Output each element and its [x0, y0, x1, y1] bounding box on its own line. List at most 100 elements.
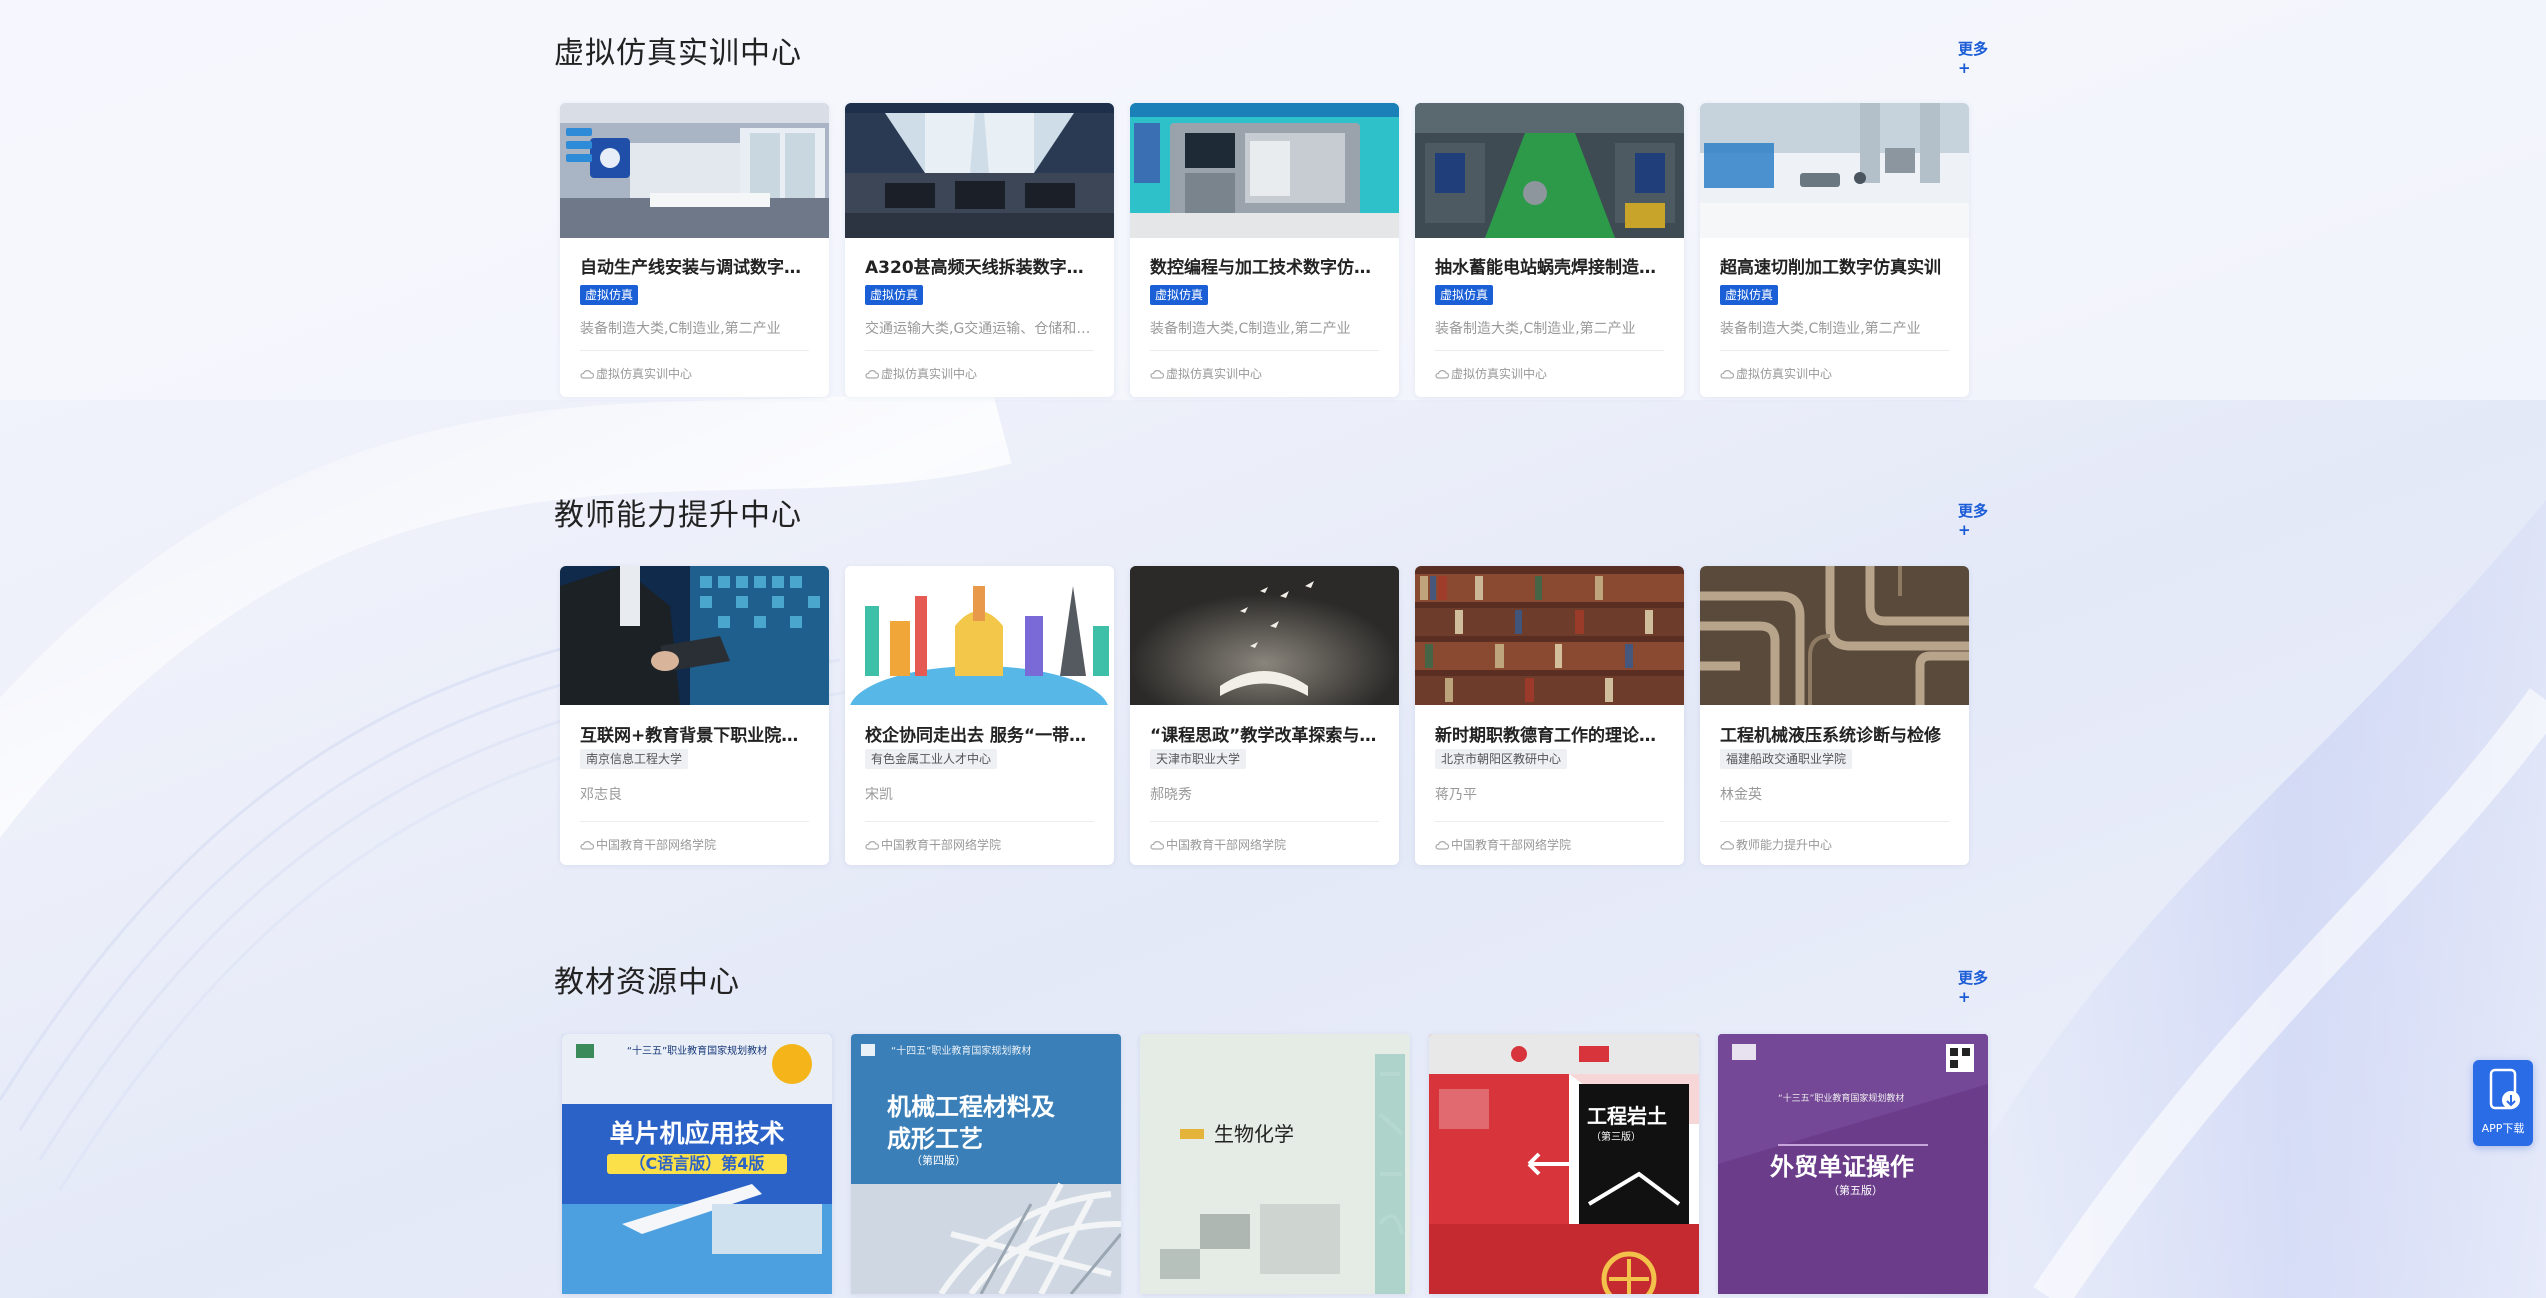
cloud-icon [1435, 370, 1449, 379]
course-title: 超高速切削加工数字仿真实训 [1720, 258, 1941, 278]
course-thumbnail [1415, 566, 1684, 705]
teacher-name: 宋凯 [865, 787, 893, 803]
book-title: 工程岩土 [1587, 1104, 1667, 1128]
course-thumbnail [1700, 103, 1969, 238]
book-cover[interactable]: “十三五”职业教育国家规划教材 外贸单证操作 （第五版） [1718, 1034, 1988, 1294]
section-title: 教材资源中心 [554, 965, 740, 1000]
source-label: 中国教育干部网络学院 [1166, 838, 1287, 852]
course-category: 交通运输大类,G交通运输、仓储和邮政业 [865, 321, 1097, 337]
more-link[interactable]: 更多+ [1958, 38, 1994, 77]
course-source: 中国教育干部网络学院 [580, 836, 716, 853]
course-title: 新时期职教德育工作的理论与实践 [1435, 726, 1667, 746]
school-tag: 天津市职业大学 [1150, 749, 1247, 769]
book-cover[interactable]: “十四五”职业教育国家规划教材 机械工程材料及 成形工艺 （第四版） [851, 1034, 1121, 1294]
book-title: 机械工程材料及 [887, 1093, 1055, 1121]
app-download-label: APP下载 [2481, 1122, 2525, 1135]
course-title: 工程机械液压系统诊断与检修 [1720, 726, 1941, 746]
school-tag: 南京信息工程大学 [580, 749, 689, 769]
book-edition: （第五版） [1828, 1184, 1883, 1197]
divider [1150, 350, 1379, 351]
book-title: 外贸单证操作 [1770, 1153, 1914, 1181]
divider [1720, 350, 1949, 351]
cloud-icon [865, 841, 879, 850]
cloud-icon [1720, 370, 1734, 379]
course-source: 教师能力提升中心 [1720, 836, 1832, 853]
course-title: A320甚高频天线拆装数字仿真实训 [865, 258, 1097, 278]
course-thumbnail [1130, 103, 1399, 238]
course-source: 虚拟仿真实训中心 [1150, 365, 1262, 382]
course-card[interactable]: “课程思政”教学改革探索与实践 天津市职业大学 郝晓秀 中国教育干部网络学院 [1130, 566, 1399, 865]
school-tag: 北京市朝阳区教研中心 [1435, 749, 1568, 769]
book-title: 单片机应用技术 [609, 1119, 785, 1148]
source-label: 中国教育干部网络学院 [881, 838, 1002, 852]
book-cover[interactable]: 生物化学 [1140, 1034, 1410, 1294]
divider [580, 821, 809, 822]
divider [1150, 821, 1379, 822]
course-card[interactable]: 新时期职教德育工作的理论与实践 北京市朝阳区教研中心 蒋乃平 中国教育干部网络学… [1415, 566, 1684, 865]
course-source: 虚拟仿真实训中心 [580, 365, 692, 382]
course-title: 互联网+教育背景下职业院校教师信息化教学能力提升 [580, 726, 812, 746]
course-tag: 虚拟仿真 [865, 285, 924, 305]
more-link[interactable]: 更多+ [1958, 500, 1994, 539]
course-thumbnail [1130, 566, 1399, 705]
course-source: 虚拟仿真实训中心 [1435, 365, 1547, 382]
teacher-name: 邓志良 [580, 787, 622, 803]
course-thumbnail [1700, 566, 1969, 705]
teacher-name: 蒋乃平 [1435, 787, 1477, 803]
course-title: 校企协同走出去 服务“一带一路” [865, 726, 1097, 746]
course-card[interactable]: 超高速切削加工数字仿真实训 虚拟仿真 装备制造大类,C制造业,第二产业 虚拟仿真… [1700, 103, 1969, 397]
phone-download-icon [2489, 1068, 2520, 1110]
course-card[interactable]: 自动生产线安装与调试数字孪生虚拟仿真实训 虚拟仿真 装备制造大类,C制造业,第二… [560, 103, 829, 397]
source-label: 虚拟仿真实训中心 [1166, 367, 1263, 381]
source-label: 虚拟仿真实训中心 [596, 367, 693, 381]
cloud-icon [580, 370, 594, 379]
app-download-button[interactable]: APP下载 [2473, 1060, 2533, 1146]
divider [1435, 350, 1664, 351]
course-category: 装备制造大类,C制造业,第二产业 [580, 321, 781, 337]
source-label: 中国教育干部网络学院 [1451, 838, 1572, 852]
source-label: 虚拟仿真实训中心 [1736, 367, 1833, 381]
cloud-icon [1435, 841, 1449, 850]
course-thumbnail [560, 566, 829, 705]
book-subtitle: （C语言版）第4版 [607, 1154, 787, 1174]
course-category: 装备制造大类,C制造业,第二产业 [1720, 321, 1921, 337]
section-title: 教师能力提升中心 [554, 498, 802, 533]
book-cover[interactable]: 工程岩土 （第三版） [1429, 1034, 1699, 1294]
book-title: 生物化学 [1214, 1122, 1294, 1146]
course-source: 中国教育干部网络学院 [1435, 836, 1571, 853]
school-tag: 有色金属工业人才中心 [865, 749, 998, 769]
course-tag: 虚拟仿真 [1435, 285, 1494, 305]
book-cover[interactable]: “十三五”职业教育国家规划教材 单片机应用技术 （C语言版）第4版 [562, 1034, 832, 1294]
teacher-name: 林金英 [1720, 787, 1762, 803]
course-card[interactable]: 数控编程与加工技术数字仿真实训 虚拟仿真 装备制造大类,C制造业,第二产业 虚拟… [1130, 103, 1399, 397]
source-label: 中国教育干部网络学院 [596, 838, 717, 852]
course-title: 抽水蓄能电站蜗壳焊接制造数字仿真实训 [1435, 258, 1667, 278]
divider [580, 350, 809, 351]
course-card[interactable]: 抽水蓄能电站蜗壳焊接制造数字仿真实训 虚拟仿真 装备制造大类,C制造业,第二产业… [1415, 103, 1684, 397]
cloud-icon [1720, 841, 1734, 850]
book-series: “十三五”职业教育国家规划教材 [626, 1046, 768, 1057]
course-thumbnail [560, 103, 829, 238]
more-link[interactable]: 更多+ [1958, 967, 1994, 1006]
course-card[interactable]: 校企协同走出去 服务“一带一路” 有色金属工业人才中心 宋凯 中国教育干部网络学… [845, 566, 1114, 865]
course-category: 装备制造大类,C制造业,第二产业 [1150, 321, 1351, 337]
divider [1435, 821, 1664, 822]
course-source: 中国教育干部网络学院 [865, 836, 1001, 853]
course-title: 自动生产线安装与调试数字孪生虚拟仿真实训 [580, 258, 812, 278]
cloud-icon [1150, 370, 1164, 379]
divider [865, 821, 1094, 822]
course-thumbnail [845, 103, 1114, 238]
course-tag: 虚拟仿真 [1150, 285, 1209, 305]
divider [865, 350, 1094, 351]
source-label: 教师能力提升中心 [1736, 838, 1833, 852]
course-source: 虚拟仿真实训中心 [865, 365, 977, 382]
cloud-icon [865, 370, 879, 379]
cloud-icon [580, 841, 594, 850]
course-card[interactable]: 互联网+教育背景下职业院校教师信息化教学能力提升 南京信息工程大学 邓志良 中国… [560, 566, 829, 865]
book-series: “十四五”职业教育国家规划教材 [891, 1046, 1032, 1057]
course-source: 虚拟仿真实训中心 [1720, 365, 1832, 382]
course-card[interactable]: A320甚高频天线拆装数字仿真实训 虚拟仿真 交通运输大类,G交通运输、仓储和邮… [845, 103, 1114, 397]
course-card[interactable]: 工程机械液压系统诊断与检修 福建船政交通职业学院 林金英 教师能力提升中心 [1700, 566, 1969, 865]
course-tag: 虚拟仿真 [1720, 285, 1779, 305]
course-category: 装备制造大类,C制造业,第二产业 [1435, 321, 1636, 337]
